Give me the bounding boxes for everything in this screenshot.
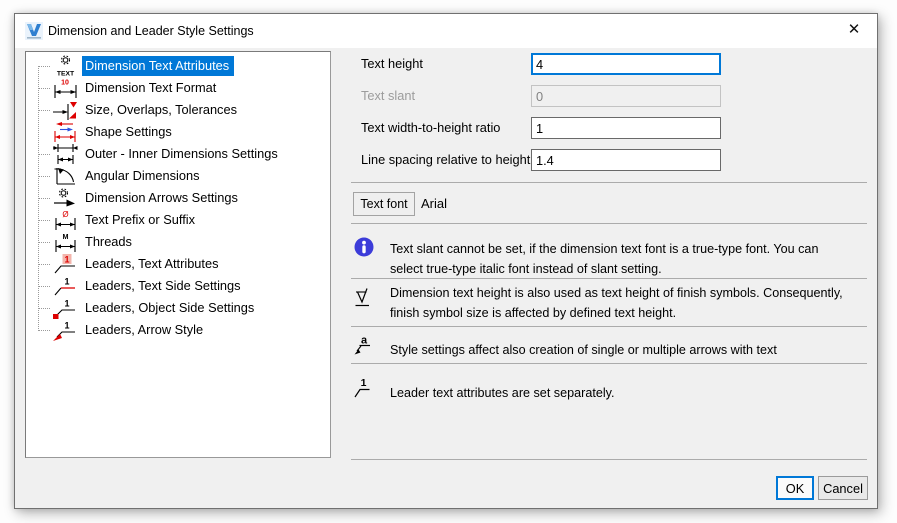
gear-text-icon: TEXT [50, 55, 80, 77]
tree-item-outer-inner-dimensions[interactable]: Outer - Inner Dimensions Settings [26, 143, 330, 165]
tree-item-leaders-arrow-style[interactable]: 1 Leaders, Arrow Style [26, 319, 330, 341]
svg-text:a: a [361, 335, 368, 347]
note-arrows-with-text: Style settings affect also creation of s… [390, 340, 890, 360]
tree-item-angular-dimensions[interactable]: Angular Dimensions [26, 165, 330, 187]
note-finish-symbols: Dimension text height is also used as te… [390, 283, 890, 323]
svg-text:1: 1 [64, 255, 69, 265]
leader-arrowhead-icon: 1 [50, 319, 80, 341]
separator [351, 182, 867, 183]
tree-item-label: Leaders, Text Attributes [82, 254, 224, 274]
info-icon [353, 236, 377, 260]
selected-font-value: Arial [421, 192, 447, 216]
style-category-tree: TEXT Dimension Text Attributes 10 Dimens… [25, 51, 331, 458]
varicad-logo-icon [25, 22, 43, 40]
text-height-label: Text height [361, 53, 423, 75]
tree-item-leaders-text-attributes[interactable]: 1 Leaders, Text Attributes [26, 253, 330, 275]
separator [351, 363, 867, 364]
note-leader-attributes: Leader text attributes are set separatel… [390, 383, 890, 403]
svg-text:1: 1 [361, 377, 367, 389]
tree-item-label: Outer - Inner Dimensions Settings [82, 144, 283, 164]
tree-item-leaders-object-side-settings[interactable]: 1 Leaders, Object Side Settings [26, 297, 330, 319]
tree-item-threads[interactable]: M Threads [26, 231, 330, 253]
svg-text:1: 1 [64, 321, 69, 331]
ok-button[interactable]: OK [776, 476, 814, 500]
text-slant-label: Text slant [361, 85, 415, 107]
diameter-dim-icon: Ø [50, 209, 80, 231]
separator [351, 278, 867, 279]
angular-arc-icon [50, 165, 80, 187]
tree-item-dimension-arrows-settings[interactable]: Dimension Arrows Settings [26, 187, 330, 209]
width-to-height-ratio-input[interactable] [531, 117, 721, 139]
arrow-with-text-icon: a [353, 333, 377, 357]
tolerance-arrows-icon [50, 99, 80, 121]
finish-symbol-icon [353, 286, 377, 310]
tree-item-text-prefix-or-suffix[interactable]: Ø Text Prefix or Suffix [26, 209, 330, 231]
leader-square-icon: 1 [50, 297, 80, 319]
tree-item-label: Text Prefix or Suffix [82, 210, 200, 230]
text-font-button[interactable]: Text font [353, 192, 415, 216]
line-spacing-input[interactable] [531, 149, 721, 171]
leader-underline-icon: 1 [50, 275, 80, 297]
svg-text:1: 1 [64, 277, 69, 287]
cancel-button[interactable]: Cancel [818, 476, 868, 500]
tree-item-label: Dimension Text Format [82, 78, 221, 98]
leader-1-icon: 1 [353, 376, 377, 400]
dimension-leader-style-dialog: Dimension and Leader Style Settings ✕ TE… [14, 13, 878, 509]
separator [351, 326, 867, 327]
tree-item-label: Threads [82, 232, 137, 252]
thread-m-dim-icon: M [50, 231, 80, 253]
separator [351, 223, 867, 224]
tree-item-dimension-text-format[interactable]: 10 Dimension Text Format [26, 77, 330, 99]
text-height-input[interactable] [531, 53, 721, 75]
dialog-title: Dimension and Leader Style Settings [48, 14, 254, 48]
tree-item-label: Shape Settings [82, 122, 177, 142]
tree-item-label: Angular Dimensions [82, 166, 205, 186]
svg-text:Ø: Ø [62, 210, 68, 219]
tree-item-dimension-text-attributes[interactable]: TEXT Dimension Text Attributes [26, 55, 330, 77]
text-slant-input [531, 85, 721, 107]
tree-item-label: Leaders, Object Side Settings [82, 298, 259, 318]
close-icon[interactable]: ✕ [831, 14, 877, 48]
svg-text:M: M [63, 232, 69, 241]
separator [351, 459, 867, 460]
tree-item-label: Leaders, Arrow Style [82, 320, 208, 340]
gear-arrow-icon [50, 187, 80, 209]
tree-item-label: Leaders, Text Side Settings [82, 276, 246, 296]
svg-text:1: 1 [64, 299, 69, 309]
tree-item-label: Dimension Text Attributes [82, 56, 234, 76]
tree-item-label: Size, Overlaps, Tolerances [82, 100, 242, 120]
tree-item-shape-settings[interactable]: Shape Settings [26, 121, 330, 143]
leader-red-1-icon: 1 [50, 253, 80, 275]
shape-arrows-icon [50, 121, 80, 143]
tree-item-size-overlaps-tolerances[interactable]: Size, Overlaps, Tolerances [26, 99, 330, 121]
dimension-10-icon: 10 [50, 77, 80, 99]
title-bar: Dimension and Leader Style Settings ✕ [15, 14, 877, 48]
tree-item-leaders-text-side-settings[interactable]: 1 Leaders, Text Side Settings [26, 275, 330, 297]
outer-inner-dim-icon [50, 143, 80, 165]
line-spacing-label: Line spacing relative to height [361, 149, 530, 171]
width-to-height-ratio-label: Text width-to-height ratio [361, 117, 500, 139]
note-text-slant: Text slant cannot be set, if the dimensi… [390, 239, 890, 279]
svg-text:10: 10 [61, 80, 69, 87]
tree-item-label: Dimension Arrows Settings [82, 188, 243, 208]
